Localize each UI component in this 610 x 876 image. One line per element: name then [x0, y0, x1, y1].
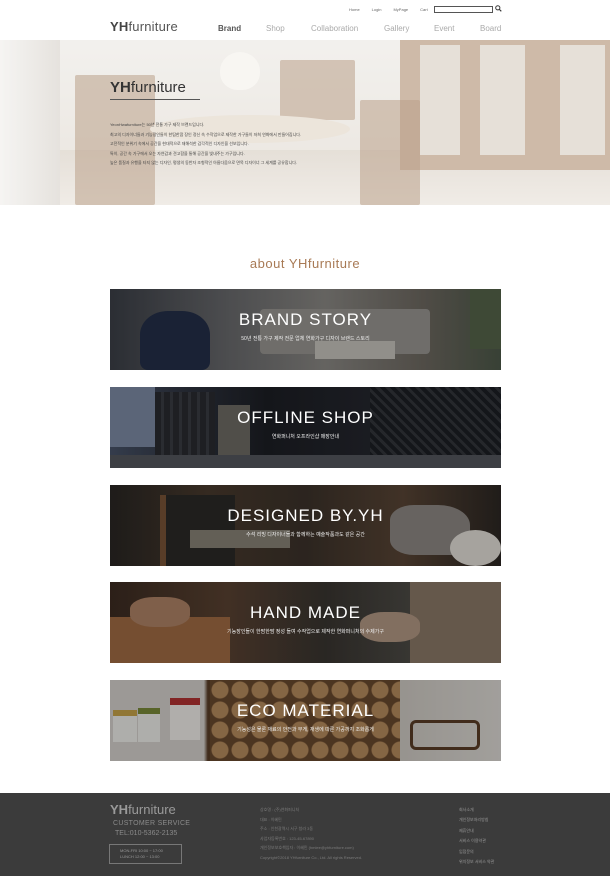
- company-info: 상호명 : (주)연화퍼니처 대표 : 이혜민 주소 : 인천광역시 서구 청라…: [260, 807, 363, 860]
- customer-service-label: CUSTOMER SERVICE: [113, 820, 191, 827]
- banner-subtitle: 수석 리빙 디자이너들과 함께하는 예술작품과도 같은 공간: [246, 532, 365, 538]
- banner-subtitle: 50년 전통 가구 제작 전문 업체 연화가구 디자이 브랜드 스토리: [241, 336, 370, 342]
- banner-title: ECO MATERIAL: [236, 701, 375, 720]
- banner-title: BRAND STORY: [238, 310, 373, 329]
- utility-links: Home Login MyPage Cart: [349, 7, 440, 12]
- banner-subtitle: 기능장인들이 한땀한땀 정성 들여 수작업으로 제작한 연화퍼니처의 수제가구: [227, 629, 384, 635]
- site-footer: YHfurniture CUSTOMER SERVICE TEL:010-536…: [0, 793, 610, 876]
- search-input[interactable]: [434, 6, 493, 13]
- business-hours: MON-FRI 10:00 ~ 17:00 LUNCH 12:00 ~ 13:0…: [109, 844, 182, 864]
- site-logo[interactable]: YHfurniture: [110, 19, 178, 34]
- banner-title: HAND MADE: [249, 603, 361, 622]
- hero-banner: YHfurniture YeonHwafurniture는 50년 전통 가구 …: [0, 40, 610, 205]
- nav-board[interactable]: Board: [480, 24, 501, 33]
- search-icon[interactable]: [495, 5, 502, 12]
- banner-brand-story[interactable]: BRAND STORY 50년 전통 가구 제작 전문 업체 연화가구 디자이 …: [110, 289, 501, 370]
- banner-subtitle: 연화퍼니처 오프라인샵 매장안내: [271, 434, 340, 440]
- footer-links: 회사소개 개인정보처리방침 제휴안내 서비스 이용약관 입점문의 위치정보 서비…: [459, 805, 494, 867]
- about-heading: about YHfurniture: [249, 256, 361, 271]
- nav-collaboration[interactable]: Collaboration: [311, 24, 358, 33]
- banner-title: DESIGNED BY.YH: [227, 506, 384, 525]
- hero-title: YHfurniture: [110, 79, 186, 96]
- util-login-link[interactable]: Login: [372, 7, 382, 12]
- banner-subtitle: 기능성은 물론 재료의 안전과 무게, 재생에 따른 가공까지 조화롭게: [237, 727, 374, 733]
- banner-hand-made[interactable]: HAND MADE 기능장인들이 한땀한땀 정성 들여 수작업으로 제작한 연화…: [110, 582, 501, 663]
- footer-logo: YHfurniture: [110, 802, 176, 817]
- site-header: YHfurniture Home Login MyPage Cart Brand…: [0, 0, 610, 40]
- footer-link-partnership[interactable]: 제휴안내: [459, 826, 494, 836]
- nav-brand[interactable]: Brand: [218, 24, 241, 33]
- nav-event[interactable]: Event: [434, 24, 454, 33]
- footer-link-store-inquiry[interactable]: 입점문의: [459, 847, 494, 857]
- banner-offline-shop[interactable]: OFFLINE SHOP 연화퍼니처 오프라인샵 매장안내: [110, 387, 501, 468]
- banner-designed-by-yh[interactable]: DESIGNED BY.YH 수석 리빙 디자이너들과 함께하는 예술작품과도 …: [110, 485, 501, 566]
- footer-link-terms[interactable]: 서비스 이용약관: [459, 836, 494, 846]
- footer-link-privacy[interactable]: 개인정보처리방침: [459, 815, 494, 825]
- util-home-link[interactable]: Home: [349, 7, 360, 12]
- banner-title: OFFLINE SHOP: [237, 408, 374, 427]
- customer-service-tel: TEL:010-5362-2135: [115, 830, 178, 837]
- nav-shop[interactable]: Shop: [266, 24, 285, 33]
- util-cart-link[interactable]: Cart: [420, 7, 428, 12]
- hero-title-underline: [110, 99, 200, 100]
- footer-link-about[interactable]: 회사소개: [459, 805, 494, 815]
- hero-description: YeonHwafurniture는 50년 전통 가구 제작 브랜드입니다. 최…: [110, 122, 302, 165]
- util-mypage-link[interactable]: MyPage: [393, 7, 408, 12]
- footer-link-location-terms[interactable]: 위치정보 서비스 약관: [459, 857, 494, 867]
- nav-gallery[interactable]: Gallery: [384, 24, 409, 33]
- banner-eco-material[interactable]: ECO MATERIAL 기능성은 물론 재료의 안전과 무게, 재생에 따른 …: [110, 680, 501, 761]
